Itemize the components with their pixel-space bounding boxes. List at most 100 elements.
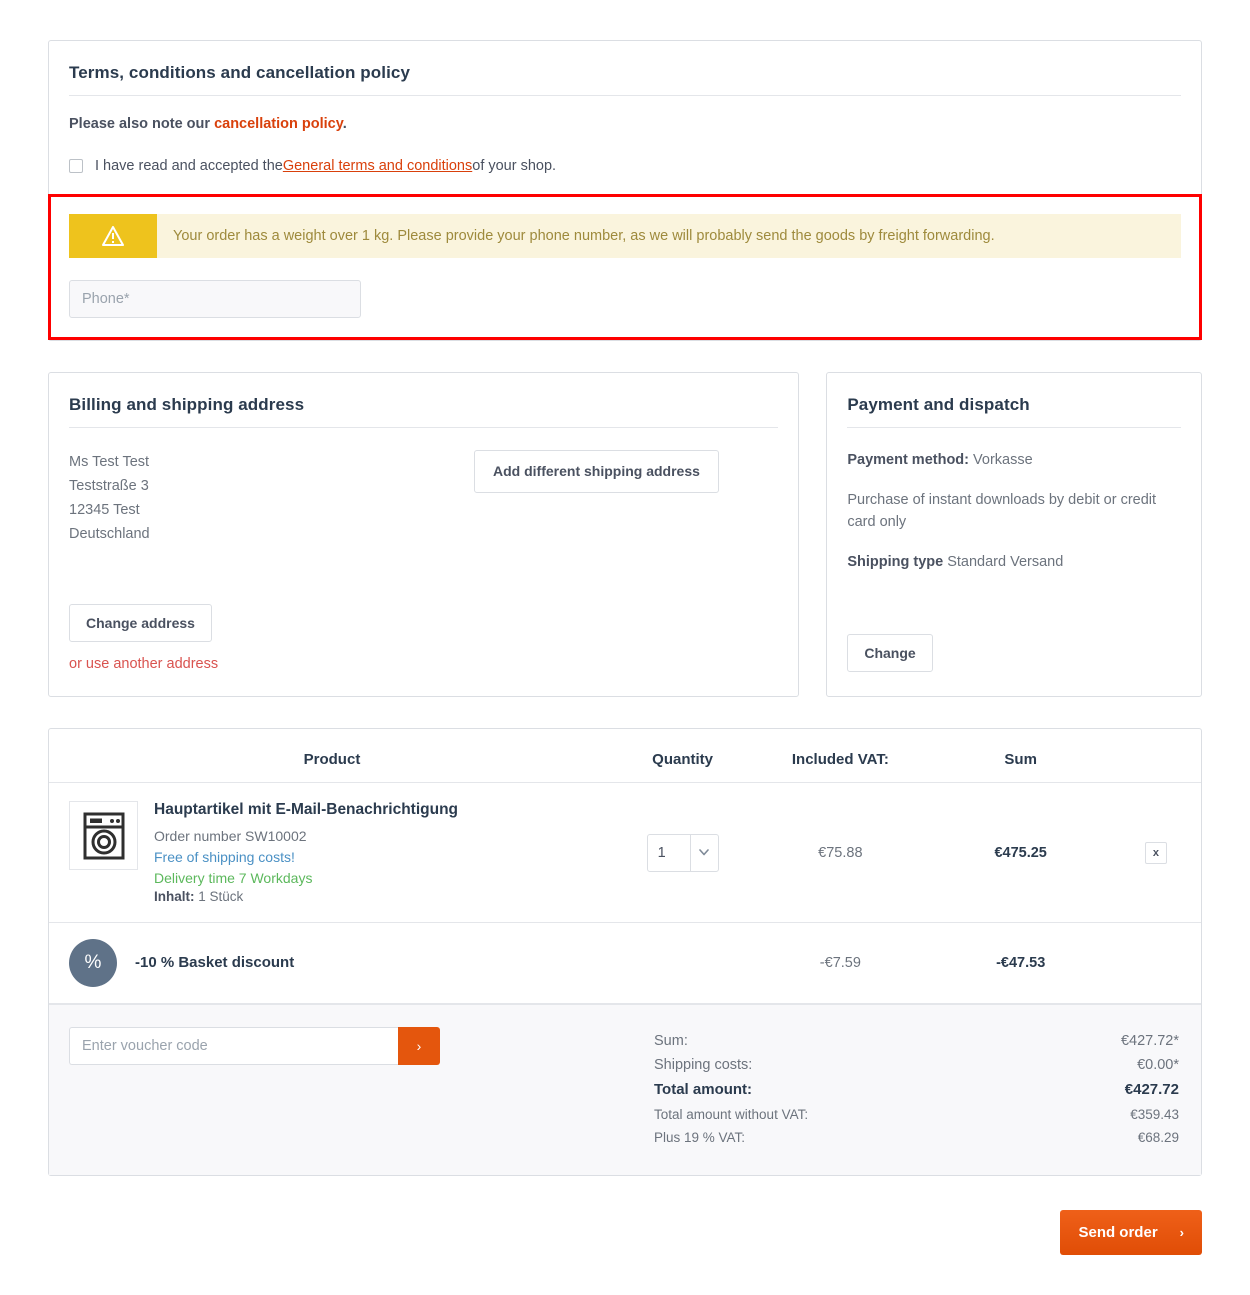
product-name-link[interactable]: Hauptartikel mit E-Mail-Benachrichtigung — [154, 801, 458, 820]
terms-body: Please also note our cancellation policy… — [49, 96, 1201, 194]
voucher-input[interactable] — [69, 1026, 398, 1065]
product-sum-value: €475.25 — [994, 844, 1047, 861]
product-quantity-cell: 1 — [614, 782, 751, 923]
chevron-right-icon: › — [1179, 1224, 1184, 1240]
address-actions: Change address or use another address — [69, 603, 218, 672]
product-content: Inhalt: 1 Stück — [154, 889, 458, 904]
product-details: Hauptartikel mit E-Mail-Benachrichtigung… — [154, 801, 458, 904]
cancellation-note-prefix: Please also note our — [69, 116, 215, 132]
terms-card: Terms, conditions and cancellation polic… — [48, 40, 1202, 342]
address-line-3: 12345 Test — [69, 502, 140, 519]
send-order-button[interactable]: Send order › — [1060, 1209, 1202, 1255]
weight-warning-text: Your order has a weight over 1 kg. Pleas… — [173, 228, 995, 244]
accept-terms-prefix: I have read and accepted the — [95, 158, 283, 174]
total-label-sum: Sum: — [654, 1032, 688, 1049]
phone-field-wrap — [69, 258, 1181, 319]
column-header-quantity: Quantity — [614, 729, 751, 784]
discount-sum-cell: -€47.53 — [930, 922, 1111, 1004]
payment-method-line: Payment method: Vorkasse — [847, 450, 1181, 472]
change-address-button[interactable]: Change address — [69, 603, 212, 643]
total-row-shipping: Shipping costs: €0.00* — [654, 1053, 1179, 1077]
total-value-amount: €427.72 — [1124, 1080, 1179, 1098]
product-cell: Hauptartikel mit E-Mail-Benachrichtigung… — [49, 782, 615, 923]
cancellation-note-suffix: . — [342, 116, 347, 132]
table-row: % -10 % Basket discount -€7.59 -€47.53 — [49, 922, 1201, 1004]
total-row-sum: Sum: €427.72* — [654, 1029, 1179, 1053]
column-header-product: Product — [49, 729, 615, 784]
product-delivery-time: Delivery time 7 Workdays — [154, 869, 313, 886]
billing-card-body: Ms Test Test Teststraße 3 12345 Test Deu… — [49, 428, 798, 696]
product-content-value: 1 Stück — [198, 888, 244, 904]
payment-method-label: Payment method: — [847, 452, 969, 469]
billing-shipping-card: Billing and shipping address Ms Test Tes… — [48, 372, 800, 698]
send-order-label: Send order — [1078, 1223, 1158, 1241]
shipping-type-line: Shipping type Standard Versand — [847, 552, 1181, 574]
column-header-delete — [1110, 729, 1201, 784]
total-value-vat: €68.29 — [1137, 1129, 1179, 1145]
product-free-shipping: Free of shipping costs! — [154, 848, 295, 865]
basket-header-row: Product Quantity Included VAT: Sum — [49, 729, 1201, 784]
table-row: Hauptartikel mit E-Mail-Benachrichtigung… — [49, 782, 1201, 923]
basket-card: Product Quantity Included VAT: Sum Haupt… — [48, 728, 1202, 1176]
product-sum-cell: €475.25 — [930, 782, 1111, 923]
quantity-select[interactable]: 1 — [646, 833, 719, 872]
total-value-without-vat: €359.43 — [1130, 1106, 1179, 1122]
product-vat-cell: €75.88 — [750, 782, 931, 923]
payment-method-description: Purchase of instant downloads by debit o… — [847, 492, 1157, 530]
phone-input[interactable] — [69, 280, 361, 319]
product-info: Hauptartikel mit E-Mail-Benachrichtigung… — [69, 801, 615, 904]
payment-dispatch-card: Payment and dispatch Payment method: Vor… — [826, 372, 1202, 698]
total-row-vat: Plus 19 % VAT: €68.29 — [654, 1126, 1179, 1149]
washing-machine-icon[interactable] — [69, 801, 138, 871]
discount-delete-cell — [1110, 922, 1201, 1004]
address-payment-row: Billing and shipping address Ms Test Tes… — [48, 372, 1202, 698]
product-delete-cell: x — [1110, 782, 1201, 923]
payment-card-body: Payment method: Vorkasse Purchase of ins… — [827, 428, 1201, 696]
phone-required-highlight: Your order has a weight over 1 kg. Pleas… — [48, 194, 1202, 341]
cancellation-policy-link[interactable]: cancellation policy — [214, 116, 343, 132]
discount-quantity-cell — [614, 922, 751, 1004]
general-terms-link[interactable]: General terms and conditions — [283, 158, 472, 174]
warning-triangle-icon — [69, 214, 157, 259]
column-header-sum: Sum — [930, 729, 1111, 784]
shipping-type-label: Shipping type — [847, 553, 944, 570]
cancellation-note: Please also note our cancellation policy… — [69, 116, 1181, 132]
chevron-down-icon — [689, 834, 718, 871]
voucher-form: › — [69, 1026, 440, 1065]
add-different-shipping-address-button[interactable]: Add different shipping address — [474, 450, 719, 494]
use-another-address-link[interactable]: or use another address — [69, 656, 218, 672]
discount-sum-value: -€47.53 — [996, 954, 1046, 971]
apply-voucher-button[interactable]: › — [398, 1026, 440, 1065]
weight-warning-alert: Your order has a weight over 1 kg. Pleas… — [69, 214, 1181, 259]
billing-card-title: Billing and shipping address — [69, 395, 305, 415]
send-order-area: Send order › — [48, 1209, 1202, 1295]
remove-item-button[interactable]: x — [1144, 841, 1167, 864]
basket-footer: › Sum: €427.72* Shipping costs: €0.00* T… — [49, 1003, 1201, 1175]
chevron-right-icon: › — [416, 1037, 422, 1054]
checkout-page: Terms, conditions and cancellation polic… — [0, 0, 1250, 1295]
percent-icon: % — [69, 938, 117, 987]
total-label-without-vat: Total amount without VAT: — [654, 1106, 809, 1122]
total-label-amount: Total amount: — [654, 1080, 753, 1098]
total-row-without-vat: Total amount without VAT: €359.43 — [654, 1103, 1179, 1126]
total-value-sum: €427.72* — [1120, 1032, 1179, 1049]
voucher-area: › — [69, 1026, 654, 1149]
address-line-4: Deutschland — [69, 526, 150, 543]
total-label-vat: Plus 19 % VAT: — [654, 1129, 746, 1145]
column-header-vat: Included VAT: — [750, 729, 931, 784]
total-value-shipping: €0.00* — [1137, 1056, 1179, 1073]
change-payment-button[interactable]: Change — [847, 633, 933, 673]
discount-cell: % -10 % Basket discount — [49, 922, 615, 1004]
product-order-number: Order number SW10002 — [154, 827, 307, 844]
discount-label: -10 % Basket discount — [135, 954, 295, 972]
accept-terms-checkbox[interactable] — [69, 159, 83, 173]
discount-info: % -10 % Basket discount — [49, 923, 615, 1003]
basket-table-head: Product Quantity Included VAT: Sum — [49, 729, 1201, 784]
totals-area: Sum: €427.72* Shipping costs: €0.00* Tot… — [654, 1027, 1179, 1149]
accept-terms-row: I have read and accepted the General ter… — [69, 158, 1181, 194]
payment-card-title: Payment and dispatch — [847, 395, 1030, 415]
discount-vat-cell: -€7.59 — [750, 922, 931, 1004]
payment-method-value: Vorkasse — [973, 452, 1033, 469]
basket-table-body: Hauptartikel mit E-Mail-Benachrichtigung… — [49, 782, 1201, 1004]
product-content-label: Inhalt: — [154, 888, 195, 904]
